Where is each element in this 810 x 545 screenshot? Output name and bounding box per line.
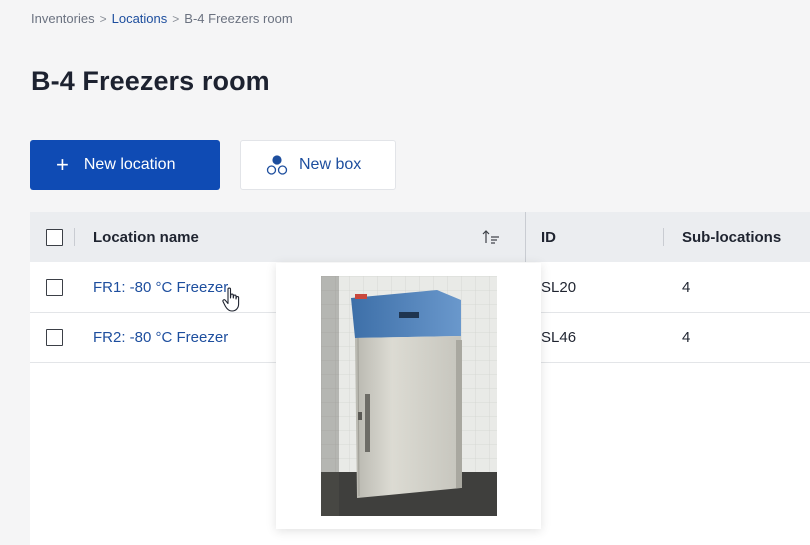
new-location-label: New location: [83, 156, 176, 173]
location-id: SL20: [541, 278, 577, 296]
row-checkbox[interactable]: [46, 279, 63, 296]
breadcrumb-current: B-4 Freezers room: [184, 11, 293, 26]
column-header-location-name[interactable]: Location name: [93, 212, 199, 262]
sub-locations-count: 4: [682, 278, 691, 296]
row-checkbox[interactable]: [46, 329, 63, 346]
column-divider: [74, 228, 75, 246]
new-box-label: New box: [299, 156, 362, 173]
page-title: B-4 Freezers room: [31, 66, 270, 96]
table-header: Location name ID Sub-locations: [30, 212, 810, 262]
column-divider: [663, 228, 664, 246]
new-location-button[interactable]: + New location: [30, 140, 220, 190]
location-id: SL46: [541, 328, 577, 346]
new-box-button[interactable]: New box: [240, 140, 396, 190]
breadcrumb-separator: >: [99, 11, 107, 26]
location-name-link[interactable]: FR2: -80 °C Freezer: [93, 312, 228, 362]
location-name-link[interactable]: FR1: -80 °C Freezer: [93, 262, 228, 312]
breadcrumb-separator: >: [172, 11, 180, 26]
freezer-photo: [321, 276, 497, 516]
sort-ascending-icon[interactable]: [481, 228, 501, 246]
breadcrumb-locations[interactable]: Locations: [112, 11, 168, 26]
column-header-id[interactable]: ID: [541, 212, 556, 262]
hand-cursor-icon: [222, 287, 240, 312]
column-header-sub-locations[interactable]: Sub-locations: [682, 212, 781, 262]
breadcrumb-inventories[interactable]: Inventories: [31, 11, 95, 26]
breadcrumb: Inventories > Locations > B-4 Freezers r…: [31, 11, 293, 26]
location-preview-popup: [276, 263, 541, 529]
select-all-checkbox[interactable]: [46, 229, 63, 246]
column-divider: [525, 212, 526, 262]
plus-icon: +: [56, 152, 69, 177]
box-icon: [266, 155, 288, 175]
sub-locations-count: 4: [682, 328, 691, 346]
